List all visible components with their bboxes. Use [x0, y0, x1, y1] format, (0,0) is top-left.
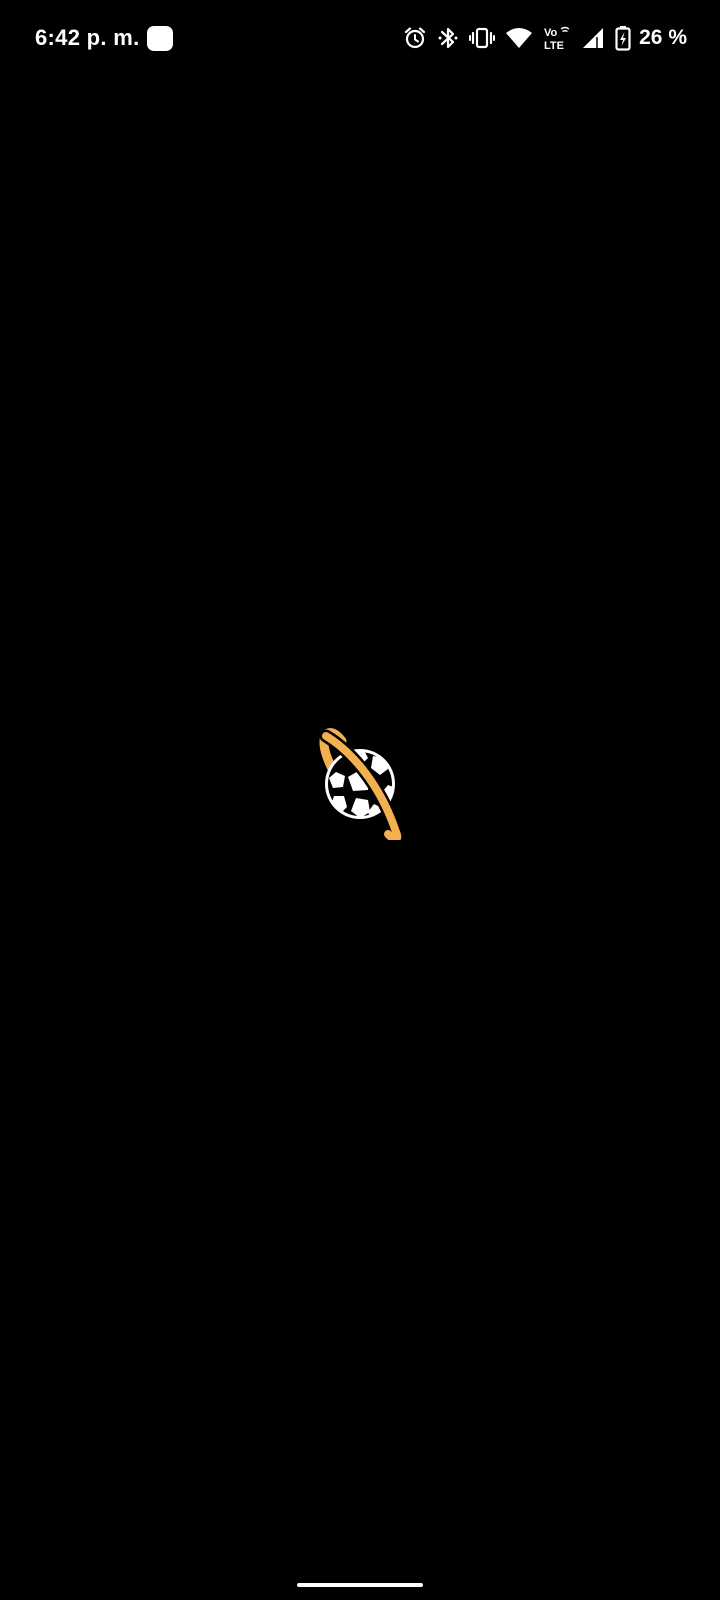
volte-bottom-text: LTE: [544, 40, 564, 51]
bluetooth-icon: [437, 25, 459, 51]
vibrate-icon: [469, 26, 496, 50]
battery-percentage: 26 %: [639, 26, 687, 49]
home-indicator[interactable]: [297, 1583, 423, 1587]
status-icons: Vo LTE 26 %: [393, 22, 687, 54]
app-notification-icon: [147, 26, 173, 51]
battery-charging-icon: [615, 25, 631, 51]
wifi-icon: [505, 27, 533, 49]
alarm-icon: [403, 26, 427, 50]
soccer-ball-planet-logo: [316, 728, 406, 846]
status-bar: 6:42 p. m. Vo LTE 26 %: [0, 0, 720, 78]
cell-signal-icon: [581, 27, 605, 49]
status-time: 6:42 p. m.: [35, 25, 140, 50]
volte-top-text: Vo: [544, 27, 558, 39]
volte-icon: Vo LTE: [543, 25, 571, 51]
